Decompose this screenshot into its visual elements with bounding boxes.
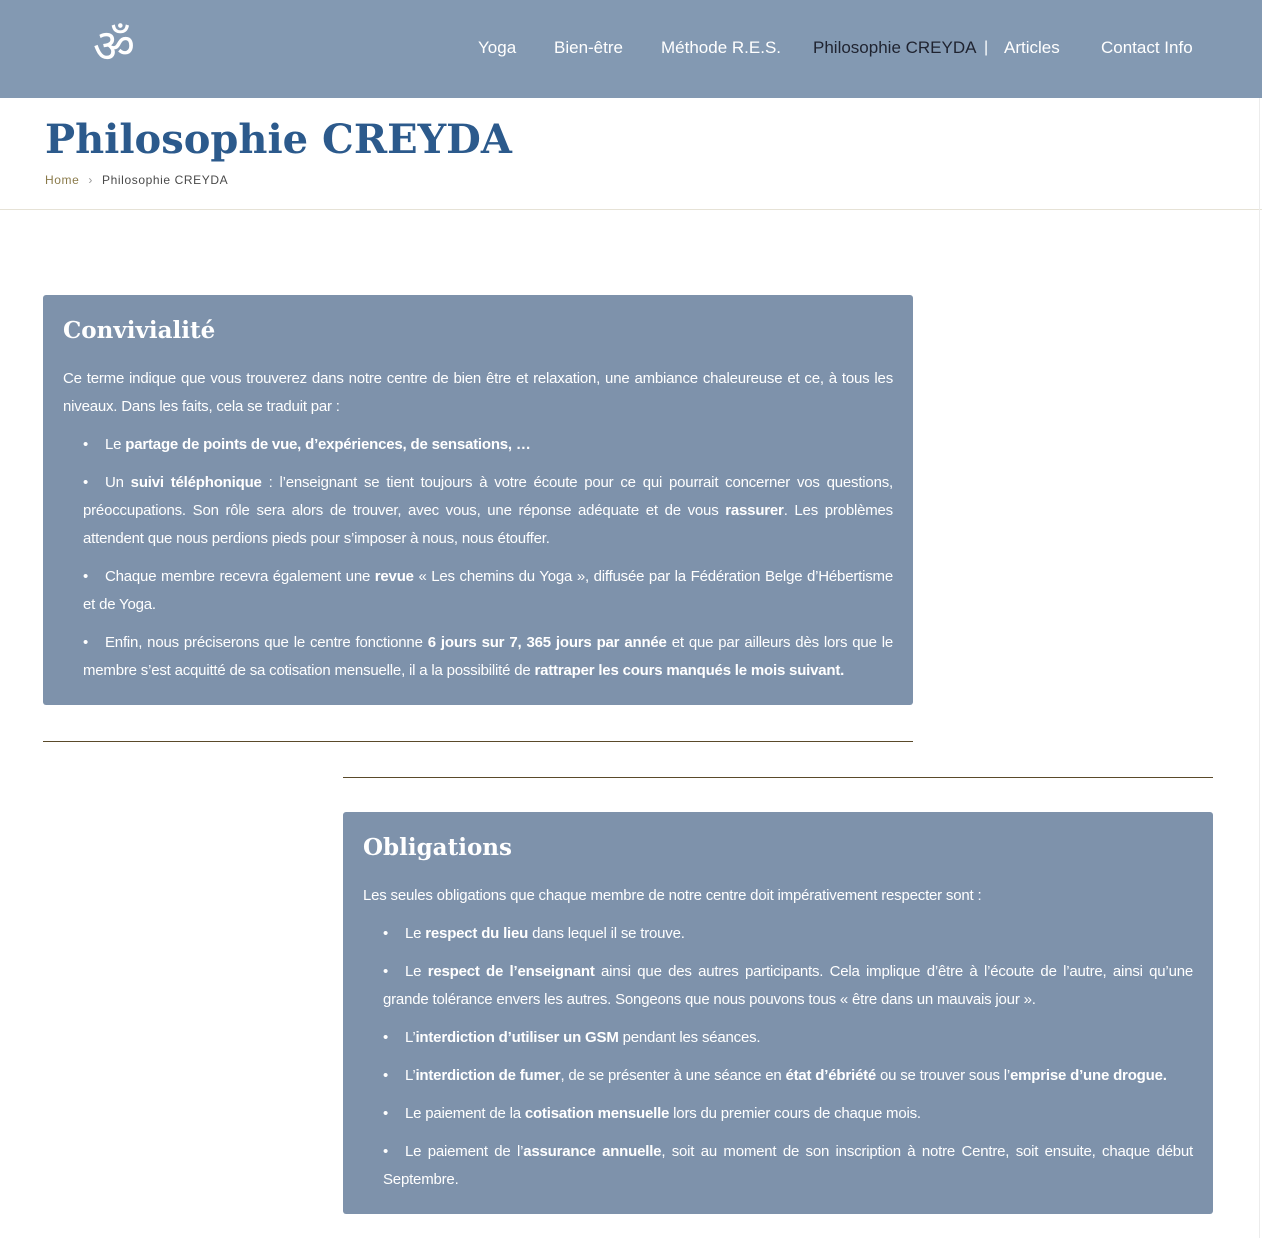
list-item: • L’interdiction de fumer, de se présente…: [383, 1062, 1193, 1090]
bullet-icon: •: [383, 963, 389, 980]
nav-contact-info[interactable]: Contact Info: [1101, 37, 1193, 59]
nav-articles[interactable]: Articles: [1004, 37, 1060, 59]
bullet-icon: •: [83, 474, 89, 491]
nav-methode-res[interactable]: Méthode R.E.S.: [661, 37, 781, 59]
convivialite-intro: Ce terme indique que vous trouverez dans…: [63, 370, 893, 415]
section-divider: [43, 741, 913, 742]
section-divider: [343, 777, 1213, 778]
list-item: • Le respect du lieu dans lequel il se tr…: [383, 920, 1193, 948]
obligations-intro: Les seules obligations que chaque membre…: [363, 887, 982, 904]
breadcrumb: Home › Philosophie CREYDA: [45, 172, 228, 188]
title-divider: [0, 209, 1262, 210]
breadcrumb-arrow-icon: ›: [88, 173, 94, 187]
list-item: • Enfin, nous préciserons que le centre f…: [83, 629, 893, 685]
list-item: • Chaque membre recevra également une rev…: [83, 563, 893, 619]
list-item: • Le paiement de l’assurance annuelle, so…: [383, 1138, 1193, 1194]
breadcrumb-home-link[interactable]: Home: [45, 173, 79, 187]
scrollbar-edge: [1259, 98, 1260, 1238]
list-item: • L’interdiction d’utiliser un GSM pendan…: [383, 1024, 1193, 1052]
bullet-icon: •: [83, 436, 89, 453]
list-item: • Un suivi téléphonique : l’enseignant se…: [83, 469, 893, 553]
nav-separator: |: [984, 39, 989, 56]
page-title: Philosophie CREYDA: [45, 116, 512, 163]
bullet-icon: •: [383, 925, 389, 942]
site-header: ॐ Yoga Bien-être Méthode R.E.S. Philosop…: [0, 0, 1262, 98]
obligations-list: • Le respect du lieu dans lequel il se tr…: [363, 920, 1193, 1194]
nav-philosophie-creyda[interactable]: Philosophie CREYDA: [813, 37, 976, 59]
bullet-icon: •: [383, 1143, 389, 1160]
bullet-icon: •: [383, 1029, 389, 1046]
nav-bien-etre[interactable]: Bien-être: [554, 37, 623, 59]
bullet-icon: •: [83, 568, 89, 585]
nav-yoga[interactable]: Yoga: [478, 37, 516, 59]
convivialite-card: Convivialité Ce terme indique que vous t…: [43, 295, 913, 705]
bullet-icon: •: [83, 634, 89, 651]
convivialite-list: • Le partage de points de vue, d’expérien…: [63, 431, 893, 685]
list-item: • Le partage de points de vue, d’expérien…: [83, 431, 893, 459]
obligations-heading: Obligations: [363, 834, 512, 861]
list-item: • Le paiement de la cotisation mensuelle …: [383, 1100, 1193, 1128]
bullet-icon: •: [383, 1067, 389, 1084]
breadcrumb-current: Philosophie CREYDA: [102, 173, 229, 187]
list-item: • Le respect de l’enseignant ainsi que de…: [383, 958, 1193, 1014]
om-logo-icon[interactable]: ॐ: [86, 20, 142, 72]
convivialite-heading: Convivialité: [63, 317, 216, 344]
bullet-icon: •: [383, 1105, 389, 1122]
obligations-card: Obligations Les seules obligations que c…: [343, 812, 1213, 1214]
